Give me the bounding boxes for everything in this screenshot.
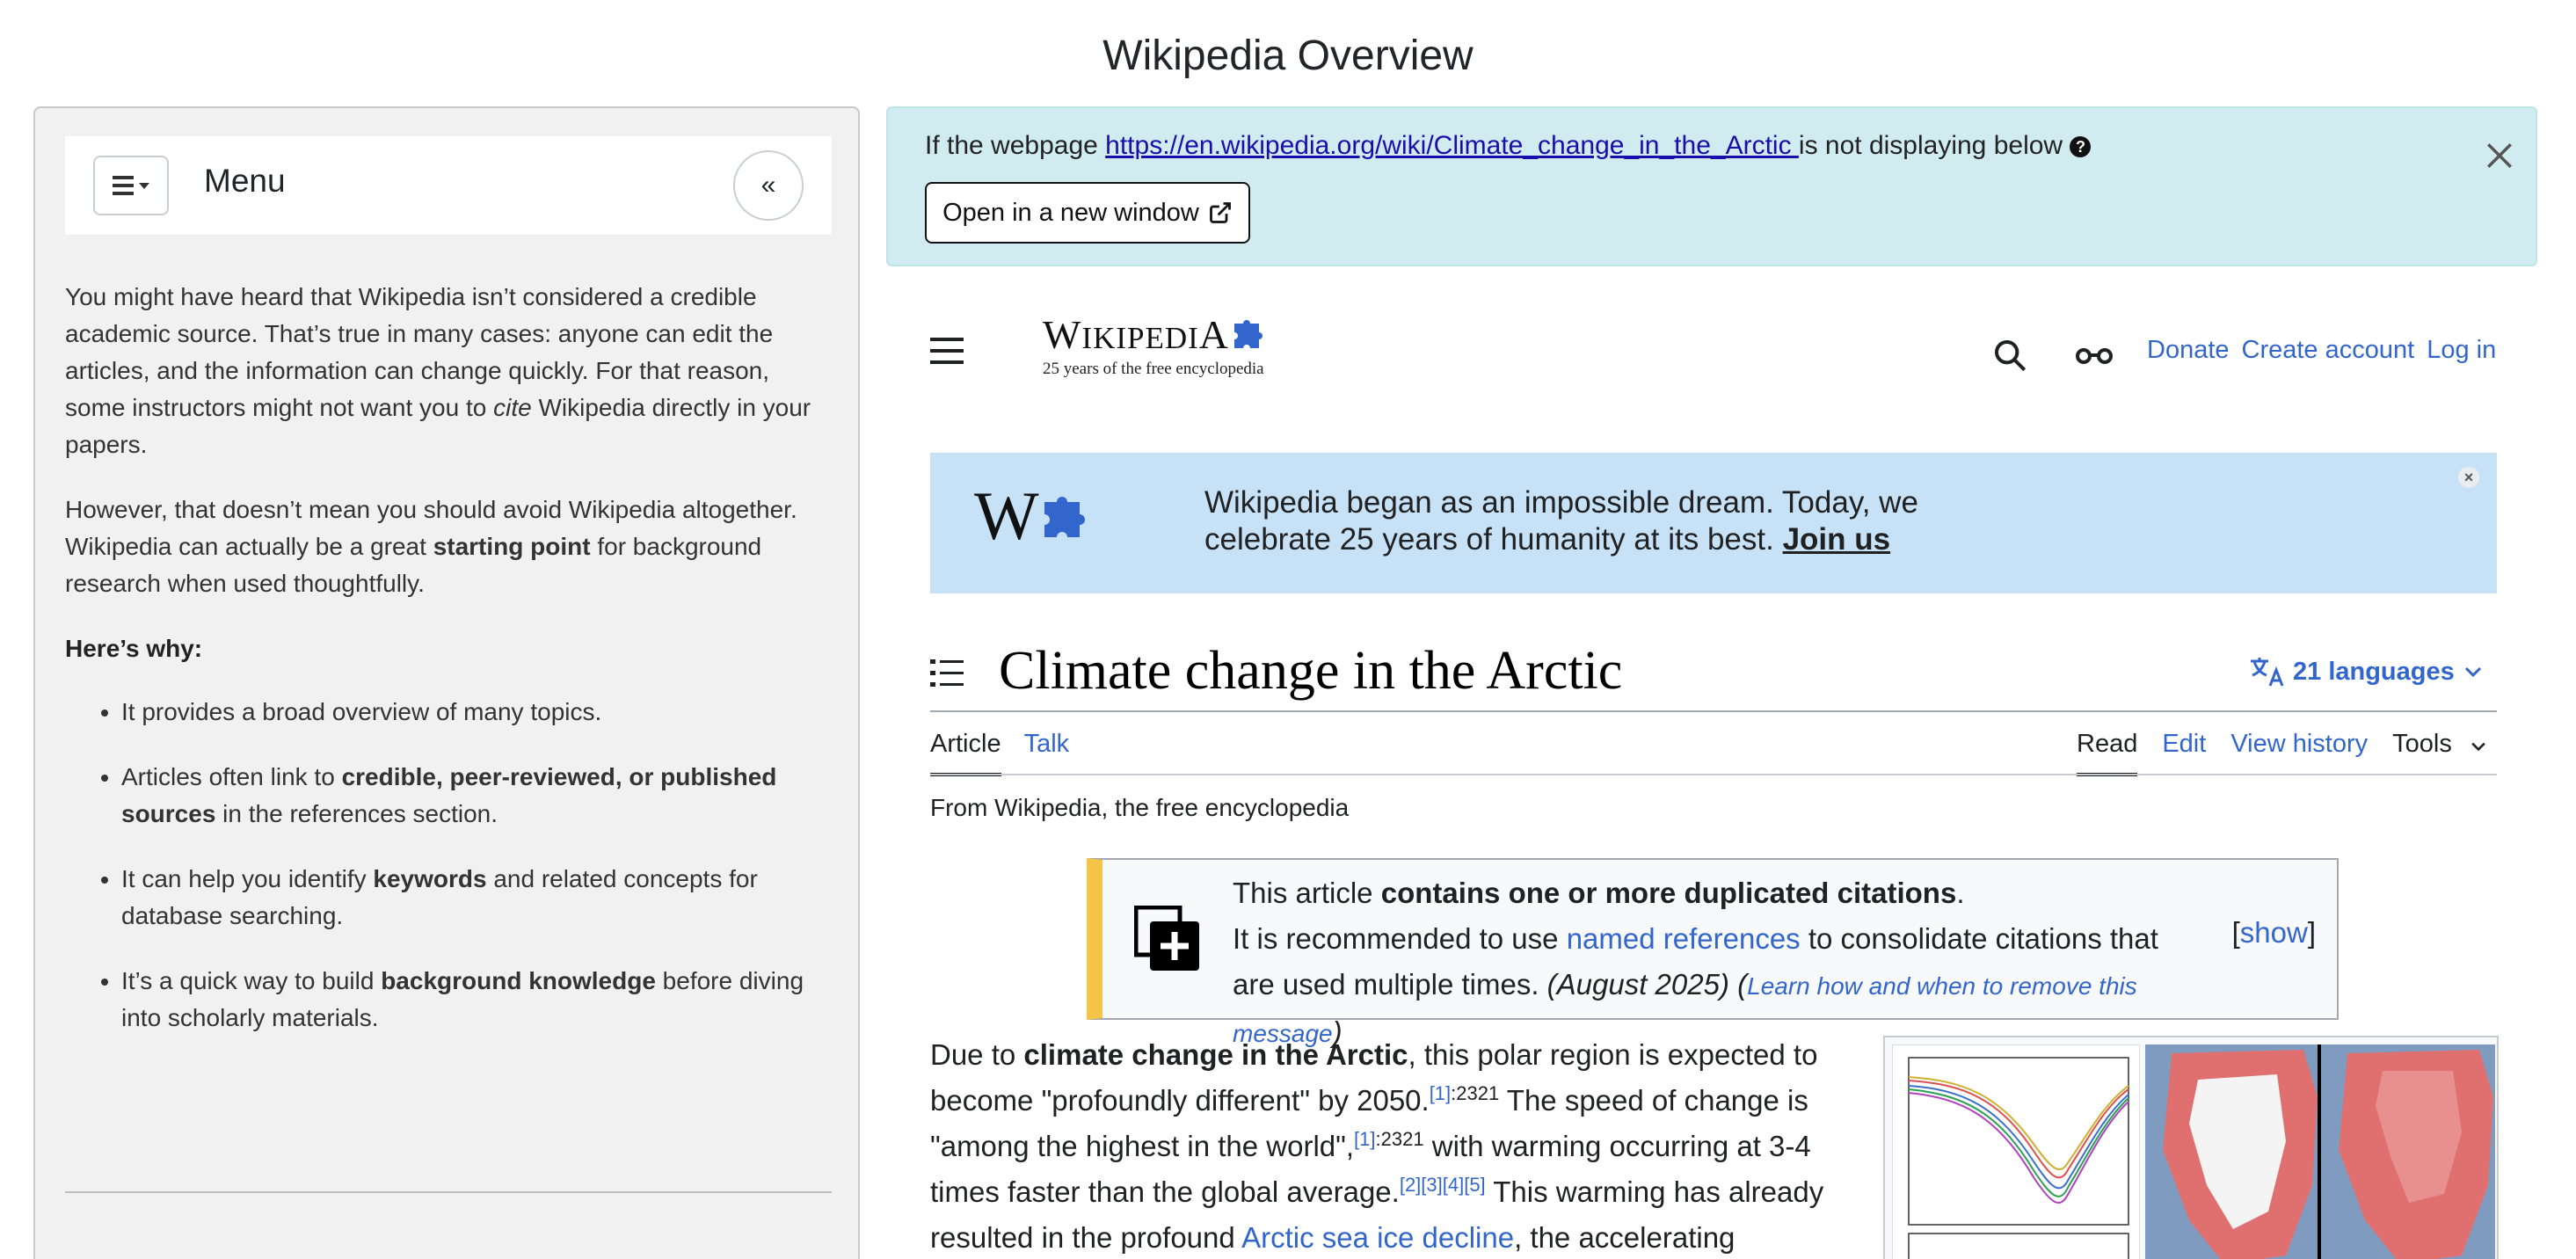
title-divider (930, 710, 2497, 712)
arctic-sea-ice-decline-link[interactable]: Arctic sea ice decline (1241, 1221, 1514, 1254)
hamburger-icon (113, 176, 134, 195)
sea-ice-extent-chart-image (1892, 1044, 2140, 1259)
article-lead-paragraph: Due to climate change in the Arctic, thi… (930, 1038, 1824, 1254)
wiki-main-menu-button[interactable] (930, 338, 964, 364)
wikipedia-wordmark: WIKIPEDIA (1043, 311, 1268, 358)
create-account-link[interactable]: Create account (2242, 336, 2415, 364)
starting-point-paragraph: However, that doesn’t mean you should av… (65, 496, 797, 597)
wikipedia-logo[interactable]: WIKIPEDIA 25 years of the free encyclope… (1043, 311, 1268, 379)
donate-link[interactable]: Donate (2147, 336, 2230, 364)
appearance-glasses-icon[interactable] (2075, 345, 2114, 366)
reasons-list: It provides a broad overview of many top… (65, 694, 832, 1037)
list-item: It can help you identify keywords and re… (121, 861, 832, 935)
tab-edit[interactable]: Edit (2162, 730, 2206, 773)
citation-link[interactable]: [1] (1354, 1128, 1375, 1150)
chevron-down-icon (2464, 666, 2481, 678)
log-in-link[interactable]: Log in (2427, 336, 2496, 364)
translate-icon (2251, 658, 2284, 687)
collapse-sidebar-button[interactable]: « (733, 150, 804, 221)
site-subtitle: From Wikipedia, the free encyclopedia (930, 794, 1350, 821)
show-toggle[interactable]: [show] (2232, 916, 2316, 950)
join-us-link[interactable]: Join us (1783, 522, 1891, 557)
list-item: It’s a quick way to build background kno… (121, 963, 832, 1037)
list-item: It provides a broad overview of many top… (121, 694, 832, 731)
greenland-melt-map-image (2145, 1044, 2495, 1259)
embed-notice: If the webpage https://en.wikipedia.org/… (886, 106, 2537, 266)
page-title: Wikipedia Overview (1102, 33, 1474, 79)
external-link-icon (1209, 202, 1231, 223)
tab-talk[interactable]: Talk (1024, 730, 1070, 773)
tools-menu[interactable]: Tools (2392, 730, 2487, 773)
wikipedia-25-logo: W (974, 484, 1085, 554)
namespace-tabs: Article Talk (930, 730, 1092, 776)
open-new-window-label: Open in a new window (942, 198, 1199, 227)
close-notice-button[interactable] (2485, 136, 2514, 178)
ambox-text: This article contains one or more duplic… (1233, 877, 2158, 1048)
sidebar-content: You might have heard that Wikipedia isn’… (65, 279, 832, 1065)
sidebar-panel: Menu « You might have heard that Wikiped… (33, 106, 860, 1259)
sidebar-divider (65, 1191, 832, 1193)
maintenance-notice-box: This article contains one or more duplic… (1087, 858, 2339, 1048)
puzzle-25-icon (1234, 320, 1263, 348)
chevron-down-icon (2471, 742, 2485, 752)
search-icon[interactable] (1992, 338, 2027, 373)
banner-message: Wikipedia began as an impossible dream. … (1204, 485, 1918, 557)
citation-link[interactable]: [1] (1430, 1082, 1451, 1104)
article-title: Climate change in the Arctic (999, 641, 1623, 701)
list-item: Articles often link to credible, peer-re… (121, 759, 832, 833)
tabs-divider (930, 774, 2497, 775)
anniversary-banner: W Wikipedia began as an impossible dream… (930, 453, 2497, 593)
wiki-user-links: Donate Create account Log in (2147, 336, 2508, 365)
tab-view-history[interactable]: View history (2230, 730, 2368, 773)
svg-text:W: W (974, 484, 1039, 554)
menu-bar: Menu « (65, 136, 832, 235)
citation-link[interactable]: [2][3][4][5] (1400, 1174, 1486, 1196)
tab-read[interactable]: Read (2077, 730, 2138, 776)
languages-button[interactable]: 21 languages (2249, 656, 2483, 688)
article-infobox-figure[interactable] (1883, 1036, 2499, 1259)
table-of-contents-icon[interactable] (930, 658, 964, 689)
close-icon (2487, 143, 2512, 168)
named-references-link[interactable]: named references (1567, 922, 1801, 955)
view-tabs: Read Edit View history Tools (2077, 730, 2487, 776)
notice-text: If the webpage https://en.wikipedia.org/… (925, 131, 2092, 161)
article-url-link[interactable]: https://en.wikipedia.org/wiki/Climate_ch… (1105, 131, 1799, 160)
banner-close-button[interactable]: × (2458, 467, 2479, 488)
duplicate-citations-icon (1134, 906, 1199, 971)
open-new-window-button[interactable]: Open in a new window (925, 182, 1250, 244)
menu-label: Menu (204, 163, 286, 199)
double-chevron-left-icon: « (760, 171, 776, 200)
tab-article[interactable]: Article (930, 730, 1001, 776)
menu-toggle-button[interactable] (93, 156, 169, 215)
caret-down-icon (139, 182, 149, 189)
wikipedia-tagline: 25 years of the free encyclopedia (1043, 360, 1264, 378)
languages-label: 21 languages (2293, 657, 2455, 686)
why-heading: Here’s why: (65, 635, 203, 662)
intro-paragraph: You might have heard that Wikipedia isn’… (65, 283, 811, 458)
question-icon[interactable]: ? (2070, 136, 2092, 157)
